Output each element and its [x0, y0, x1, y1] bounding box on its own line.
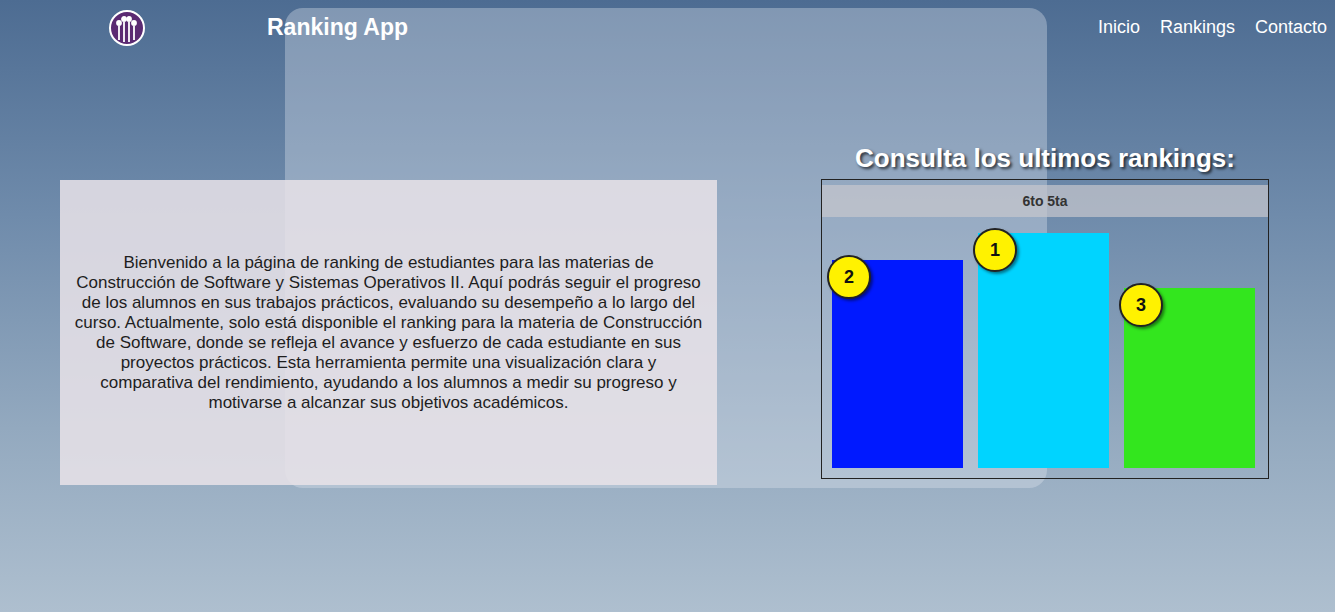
rank-badge: 1 [973, 228, 1017, 272]
chart-title: 6to 5ta [822, 185, 1268, 217]
ranking-chart: 6to 5ta 213 [821, 179, 1269, 479]
nav: Inicio Rankings Contacto [1098, 17, 1327, 38]
ranking-bar[interactable]: 3 [1124, 288, 1255, 468]
nav-link[interactable]: Rankings [1160, 17, 1235, 38]
nav-link[interactable]: Contacto [1255, 17, 1327, 38]
rank-badge: 2 [827, 255, 871, 299]
ranking-bar[interactable]: 1 [978, 233, 1109, 468]
intro-panel: Bienvenido a la página de ranking de est… [60, 180, 717, 485]
rankings-section: Consulta los ultimos rankings: 6to 5ta 2… [821, 143, 1269, 479]
logo-icon[interactable] [108, 9, 146, 47]
chart-plot: 213 [822, 217, 1268, 478]
intro-text: Bienvenido a la página de ranking de est… [74, 253, 703, 413]
nav-link[interactable]: Inicio [1098, 17, 1140, 38]
header: Ranking App Inicio Rankings Contacto [0, 0, 1335, 55]
rank-badge: 3 [1119, 283, 1163, 327]
rankings-heading: Consulta los ultimos rankings: [821, 143, 1269, 179]
app-title: Ranking App [267, 14, 408, 41]
ranking-bar[interactable]: 2 [832, 260, 963, 468]
